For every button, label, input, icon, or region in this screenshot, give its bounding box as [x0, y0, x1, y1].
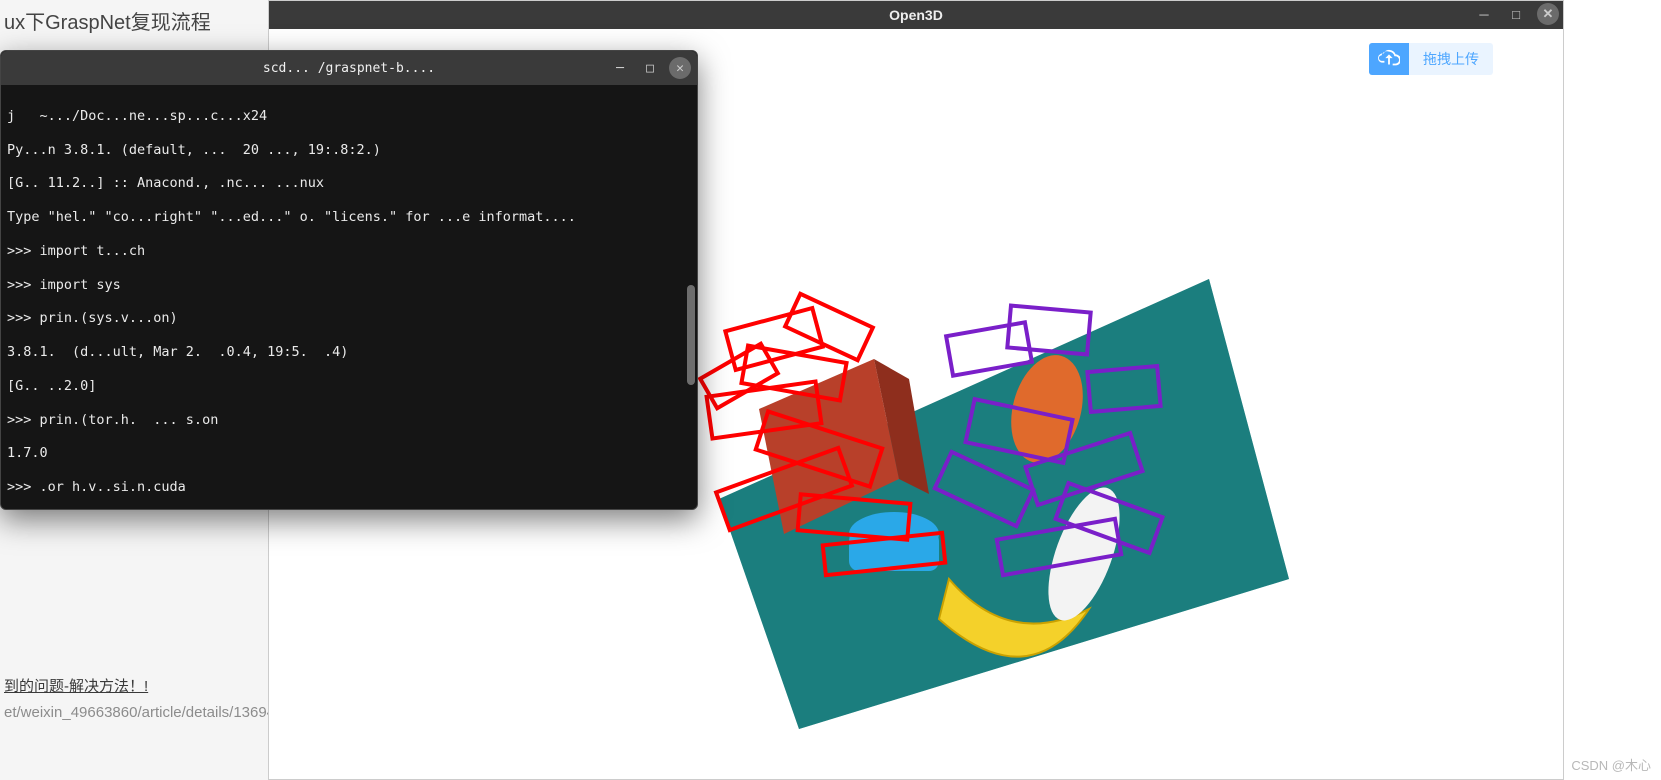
- close-button[interactable]: ✕: [1537, 3, 1559, 25]
- term-line: Py...n 3.8.1. (default, ... 20 ..., 19:.…: [7, 142, 689, 159]
- cloud-upload-icon: [1369, 43, 1409, 75]
- term-line: >>> .or h.v..si.n.cuda: [7, 479, 689, 496]
- terminal-output[interactable]: j ~.../Doc...ne...sp...c...x24 Py...n 3.…: [1, 85, 697, 509]
- term-line: >>> import t...ch: [7, 243, 689, 260]
- upload-label: 拖拽上传: [1409, 43, 1493, 75]
- term-line: 3.8.1. (d...ult, Mar 2. .0.4, 19:5. .4): [7, 344, 689, 361]
- terminal-minimize-button[interactable]: ─: [609, 57, 631, 79]
- terminal-title: scd... /graspnet-b....: [263, 61, 435, 76]
- terminal-close-button[interactable]: ✕: [669, 57, 691, 79]
- term-line: 1.7.0: [7, 445, 689, 462]
- maximize-button[interactable]: □: [1505, 3, 1527, 25]
- terminal-titlebar[interactable]: scd... /graspnet-b.... ─ □ ✕: [1, 51, 697, 85]
- terminal-scrollbar[interactable]: [687, 285, 695, 385]
- minimize-button[interactable]: ─: [1473, 3, 1495, 25]
- term-line: [G.. 11.2..] :: Anacond., .nc... ...nux: [7, 175, 689, 192]
- term-line: >>> prin.(tor.h. ... s.on: [7, 412, 689, 429]
- open3d-title: Open3D: [889, 7, 943, 23]
- terminal-maximize-button[interactable]: □: [639, 57, 661, 79]
- open3d-window-controls: ─ □ ✕: [1473, 3, 1559, 25]
- term-line: >>> import sys: [7, 277, 689, 294]
- upload-widget[interactable]: 拖拽上传: [1369, 43, 1493, 75]
- watermark: CSDN @木心: [1571, 755, 1651, 774]
- terminal-window-controls: ─ □ ✕: [609, 57, 691, 79]
- term-line: Type "hel." "co...right" "...ed..." o. "…: [7, 209, 689, 226]
- term-line: [G.. ..2.0]: [7, 378, 689, 395]
- pointcloud-scene-icon: [649, 239, 1309, 739]
- term-line: j ~.../Doc...ne...sp...c...x24: [7, 108, 689, 125]
- blog-url-fragment: et/weixin_49663860/article/details/13694: [4, 704, 266, 721]
- terminal-window: scd... /graspnet-b.... ─ □ ✕ j ~.../Doc.…: [0, 50, 698, 510]
- term-line: >>> prin.(sys.v...on): [7, 310, 689, 327]
- open3d-titlebar[interactable]: Open3D ─ □ ✕: [269, 1, 1563, 29]
- blog-link[interactable]: 到的问题-解决方法！!: [4, 675, 266, 696]
- blog-title: ux下GraspNet复现流程: [4, 6, 266, 35]
